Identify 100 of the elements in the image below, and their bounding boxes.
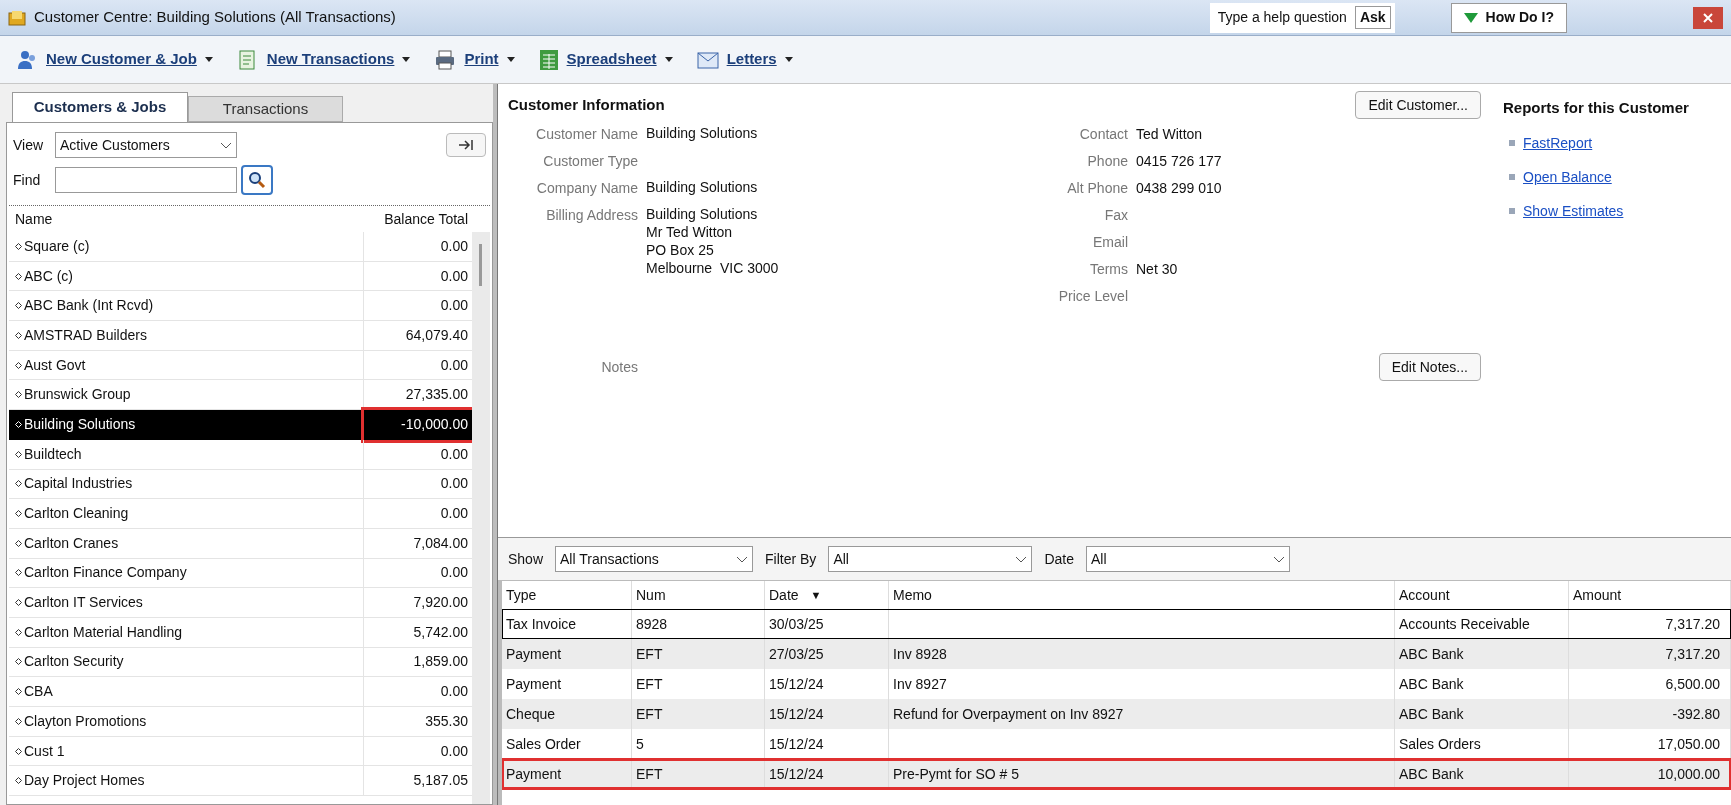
find-field[interactable] bbox=[55, 167, 237, 193]
customer-row[interactable]: Clayton Promotions 355.30 bbox=[9, 707, 472, 737]
diamond-icon bbox=[15, 599, 22, 607]
close-button[interactable] bbox=[1693, 6, 1723, 29]
customer-row[interactable]: AMSTRAD Builders 64,079.40 bbox=[9, 321, 472, 351]
collapse-button[interactable] bbox=[446, 133, 486, 157]
diamond-icon bbox=[15, 747, 22, 755]
transaction-row[interactable]: Tax Invoice 8928 30/03/25 Accounts Receivable 7,317.20 bbox=[502, 609, 1731, 639]
customer-row[interactable]: Carlton Cranes 7,084.00 bbox=[9, 528, 472, 559]
diamond-icon bbox=[15, 777, 22, 785]
help-search-field[interactable]: Type a help question Ask bbox=[1209, 2, 1395, 33]
customer-row[interactable]: Carlton Material Handling 5,742.00 bbox=[9, 617, 472, 648]
field-label: Contact bbox=[1078, 125, 1128, 144]
table-cell: EFT bbox=[632, 759, 765, 789]
spreadsheet-icon bbox=[538, 48, 559, 71]
customer-row[interactable]: Building Solutions -10,000.00 bbox=[9, 410, 472, 440]
find-label: Find bbox=[13, 170, 42, 190]
report-link[interactable]: Open Balance bbox=[1523, 166, 1612, 188]
edit-customer-button[interactable]: Edit Customer... bbox=[1355, 91, 1481, 119]
customer-row[interactable]: ABC (c) 0.00 bbox=[9, 261, 472, 292]
search-icon bbox=[248, 171, 266, 189]
balance-value: 0.00 bbox=[439, 563, 469, 583]
tab[interactable]: Customers & Jobs bbox=[12, 92, 188, 122]
table-cell: 10,000.00 bbox=[1569, 759, 1731, 789]
customer-name: Buildtech bbox=[24, 444, 82, 464]
tab[interactable]: Transactions bbox=[188, 96, 343, 122]
field-value: Building Solutions bbox=[646, 205, 759, 223]
customer-name: Carlton Cleaning bbox=[24, 504, 129, 524]
folder-icon bbox=[8, 9, 26, 26]
customer-name: Carlton IT Services bbox=[24, 593, 143, 613]
diamond-icon bbox=[15, 361, 22, 369]
customer-row[interactable]: Day Project Homes 5,187.05 bbox=[9, 766, 472, 797]
customer-row[interactable]: Carlton Security 1,859.00 bbox=[9, 647, 472, 678]
balance-value: 5,187.05 bbox=[412, 771, 469, 791]
filter-label: Filter By bbox=[765, 549, 817, 569]
diamond-icon bbox=[15, 628, 22, 636]
balance-value: 0.00 bbox=[439, 444, 469, 464]
bullet-icon bbox=[1509, 174, 1515, 180]
customer-row[interactable]: Aust Govt 0.00 bbox=[9, 350, 472, 381]
field-label: Alt Phone bbox=[1066, 179, 1128, 198]
customer-row[interactable]: CBA 0.00 bbox=[9, 677, 472, 707]
caret-icon bbox=[402, 57, 411, 62]
transaction-row[interactable]: Payment EFT 27/03/25 Inv 8928 ABC Bank 7,317.20 bbox=[502, 639, 1731, 669]
scrollbar[interactable] bbox=[472, 232, 490, 804]
field-label: Billing Address bbox=[545, 206, 638, 225]
printer-icon bbox=[434, 48, 457, 71]
toolbar-button[interactable]: Letters bbox=[696, 48, 793, 71]
diamond-icon bbox=[15, 569, 22, 577]
transaction-row[interactable]: Payment EFT 15/12/24 Pre-Pymt for SO # 5 ABC Bank 10,000.00 bbox=[502, 759, 1731, 789]
view-dropdown[interactable]: Active Customers bbox=[55, 132, 237, 158]
how-do-i-button[interactable]: How Do I? bbox=[1450, 2, 1567, 33]
table-cell: Payment bbox=[502, 759, 632, 789]
customer-name: Cust 1 bbox=[24, 741, 65, 761]
diamond-icon bbox=[15, 717, 22, 725]
filter-dropdown[interactable]: All Transactions bbox=[555, 546, 754, 572]
customer-name: Carlton Cranes bbox=[24, 533, 119, 553]
transaction-row[interactable]: Sales Order 5 15/12/24 Sales Orders 17,050.00 bbox=[502, 729, 1731, 759]
toolbar-button[interactable]: New Transactions bbox=[236, 48, 411, 71]
transaction-row[interactable]: Cheque EFT 15/12/24 Refund for Overpayment on Inv 8927 ABC Bank -392.80 bbox=[502, 699, 1731, 729]
customer-row[interactable]: Carlton Finance Company 0.00 bbox=[9, 558, 472, 589]
section-title: Customer Information bbox=[508, 94, 665, 115]
customer-row[interactable]: Buildtech 0.00 bbox=[9, 439, 472, 470]
caret-icon bbox=[204, 57, 213, 62]
diamond-icon bbox=[15, 242, 22, 250]
report-link[interactable]: FastReport bbox=[1523, 132, 1593, 154]
balance-value: 5,742.00 bbox=[412, 622, 469, 642]
view-label: View bbox=[13, 135, 45, 155]
column-header[interactable]: Name bbox=[9, 208, 364, 230]
toolbar-button[interactable]: New Customer & Job bbox=[16, 48, 213, 71]
customer-name: Carlton Finance Company bbox=[24, 563, 187, 583]
balance-value: 0.00 bbox=[439, 296, 469, 316]
field-value: Ted Witton bbox=[1136, 125, 1203, 144]
caret-icon bbox=[506, 57, 515, 62]
close-icon bbox=[1703, 12, 1713, 23]
toolbar-button[interactable]: Print bbox=[434, 48, 515, 71]
customer-row[interactable]: Capital Industries 0.00 bbox=[9, 469, 472, 500]
field-label: Fax bbox=[1103, 206, 1128, 225]
chevron-icon bbox=[736, 555, 749, 563]
column-header[interactable]: Balance Total bbox=[364, 208, 472, 230]
toolbar-button[interactable]: Spreadsheet bbox=[538, 48, 673, 71]
customer-row[interactable]: ABC Bank (Int Rcvd) 0.00 bbox=[9, 291, 472, 322]
customer-row[interactable]: Square (c) 0.00 bbox=[9, 232, 472, 262]
balance-value: 355.30 bbox=[424, 711, 469, 731]
field-value: 0438 299 010 bbox=[1136, 179, 1222, 198]
table-cell: Pre-Pymt for SO # 5 bbox=[889, 759, 1395, 789]
customer-row[interactable]: Carlton Cleaning 0.00 bbox=[9, 499, 472, 529]
field-label: Phone bbox=[1086, 152, 1128, 171]
report-link[interactable]: Show Estimates bbox=[1523, 200, 1624, 222]
edit-notes-button[interactable]: Edit Notes... bbox=[1378, 353, 1481, 381]
customer-row[interactable]: Carlton IT Services 7,920.00 bbox=[9, 588, 472, 618]
customer-row[interactable]: Cust 1 0.00 bbox=[9, 736, 472, 767]
table-cell: 15/12/24 bbox=[765, 759, 889, 789]
filter-dropdown[interactable]: All bbox=[828, 546, 1033, 572]
search-button[interactable] bbox=[241, 165, 273, 195]
filter-dropdown[interactable]: All bbox=[1085, 546, 1290, 572]
arrow-to-bar-icon bbox=[458, 139, 474, 151]
caret-icon bbox=[664, 57, 673, 62]
field-value: PO Box 25 bbox=[646, 241, 715, 259]
ask-button[interactable]: Ask bbox=[1354, 6, 1391, 29]
balance-value: 7,920.00 bbox=[412, 593, 469, 613]
